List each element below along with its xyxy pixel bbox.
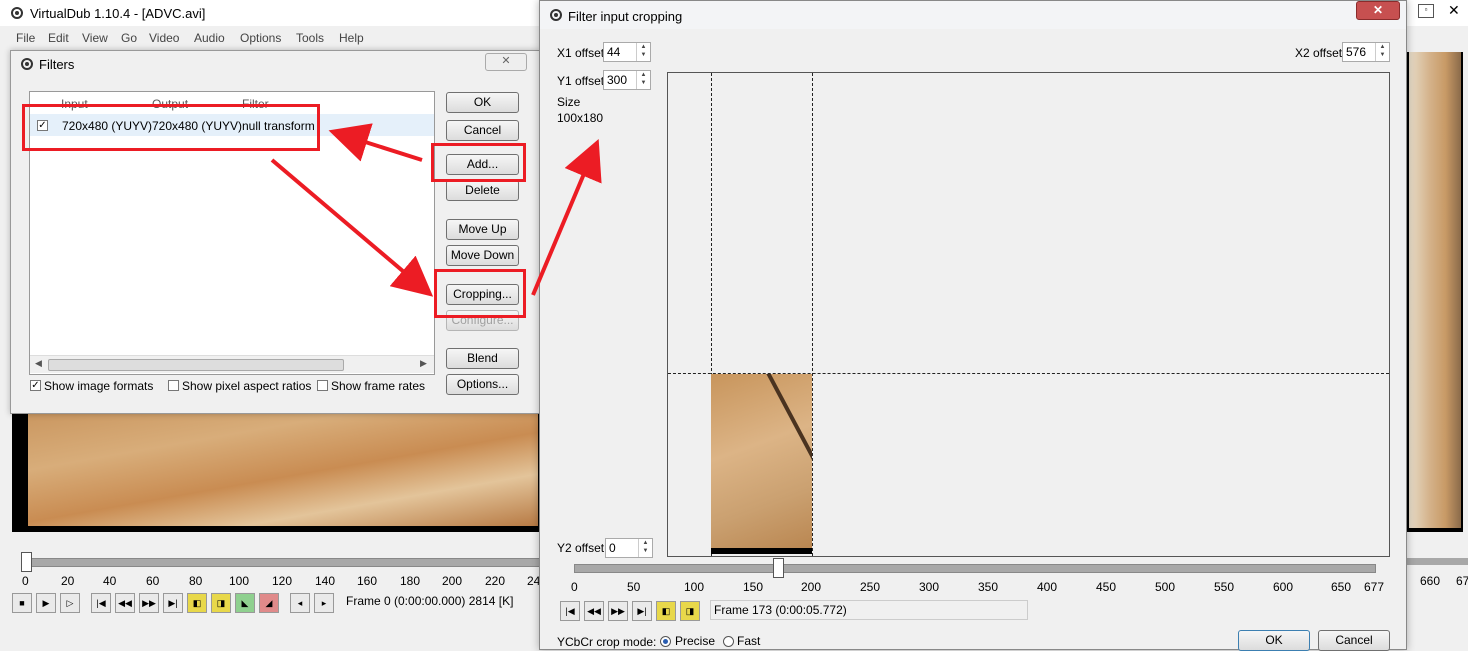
annotation-arrows [270,123,602,297]
arrow-row-to-cropping [270,158,434,297]
arrow-add-to-row [328,123,423,162]
arrow-cropping-to-dialog [531,138,602,296]
